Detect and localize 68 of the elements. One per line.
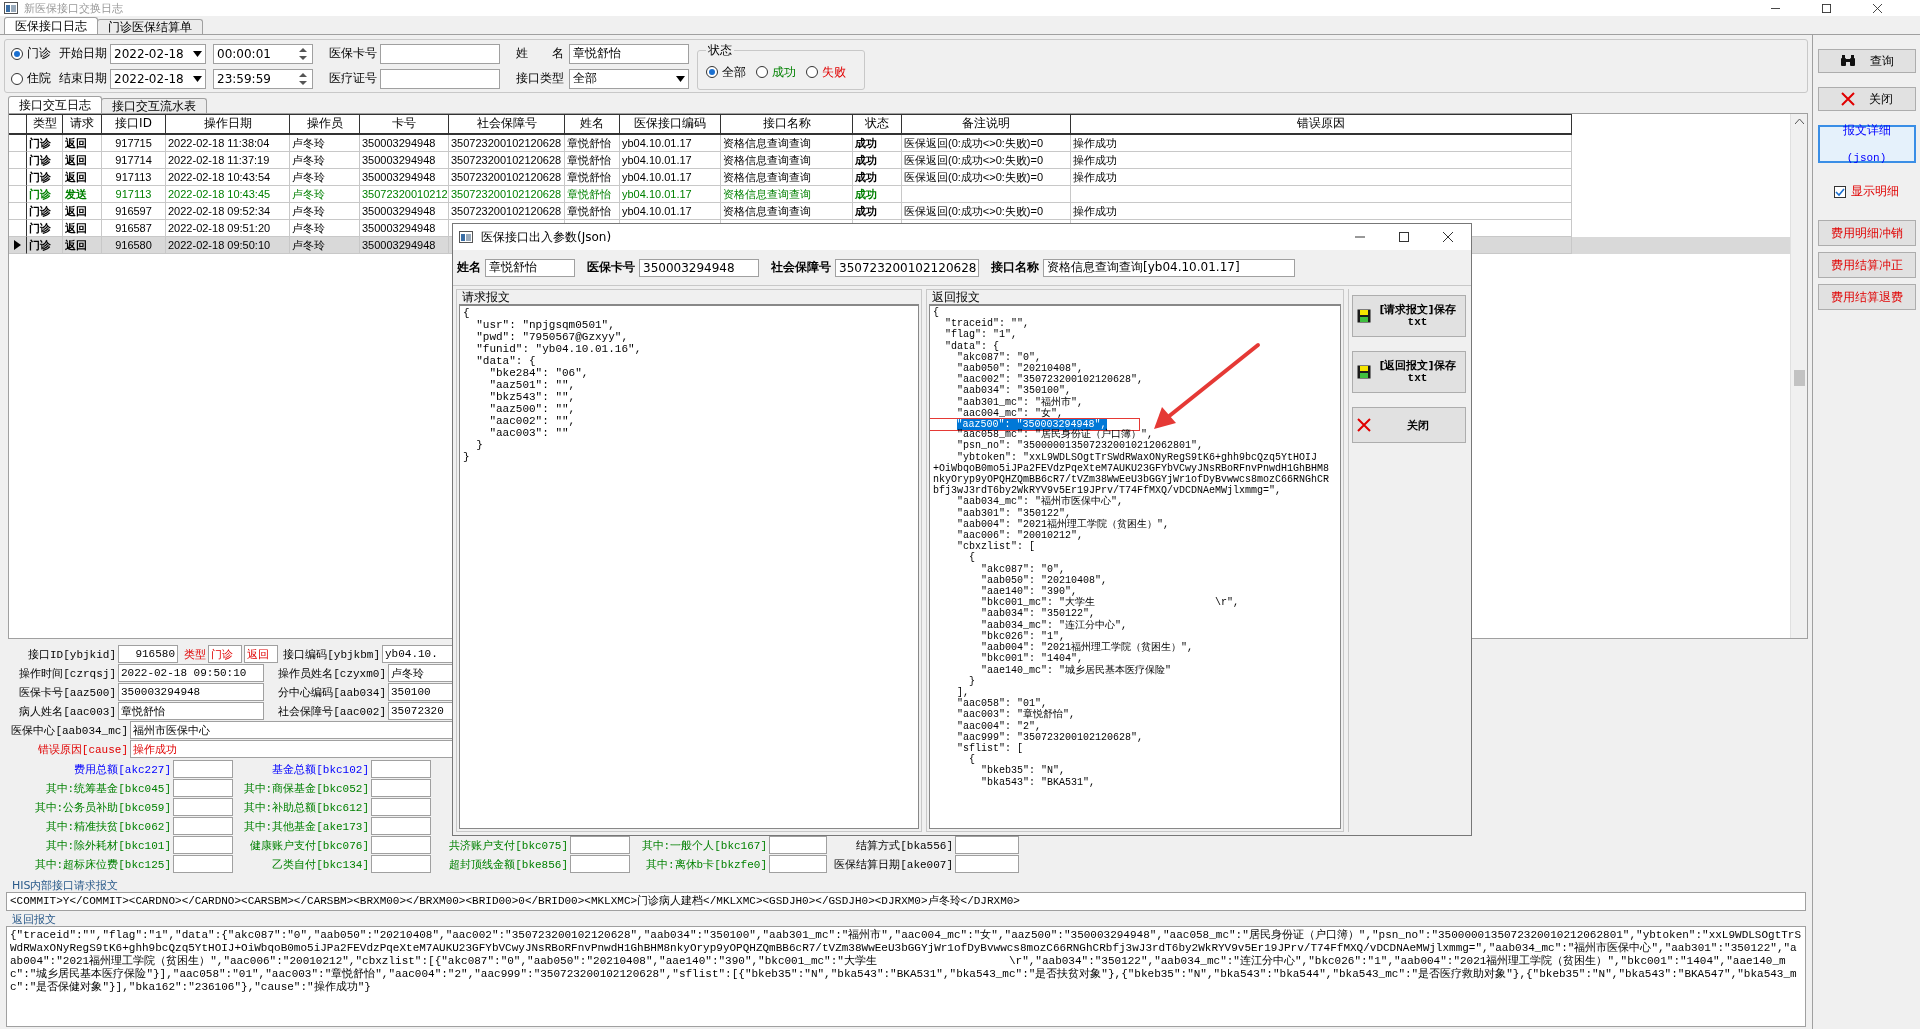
field-label: 接口编码[ybjkbm] — [282, 647, 380, 662]
field-label: 其中:公务员补助[bkc059] — [33, 800, 171, 815]
value-field: 350723200102120628 — [835, 258, 979, 277]
field-label: 其中:一般个人[bkc167] — [640, 838, 767, 853]
field-label: 其中:商保基金[bkc052] — [242, 781, 369, 796]
field-label: 姓名 — [457, 259, 481, 276]
field-label: 其中:超标床位费[bkc125] — [33, 857, 171, 872]
field-label: 开始日期 — [59, 45, 107, 62]
field-label: 医保中心[aab034_mc] — [10, 723, 128, 738]
type-field: 门诊 — [208, 645, 242, 663]
field-label: 医保结算日期[ake007] — [833, 857, 953, 872]
field-label: 接口名称 — [991, 259, 1039, 276]
field-label: 费用总额[akc227] — [73, 762, 171, 777]
value-field: 350003294948 — [639, 258, 759, 277]
value-field: 章悦舒怡 — [118, 702, 264, 720]
field-label: 医保卡号 — [329, 45, 377, 62]
table-cell: 2022-02-18 09:50:10 — [166, 237, 290, 254]
response-text: {"traceid":"","flag":"1","data":{"akc087":"0","aab050":"20210408","aac002":"350723200102120628","aab034":"350100","aab301_mc":"福州市","aac004_mc":"女","aaz500":"350003294948","aac058_mc":"居民身份证（户口簿）","psn_no":"3500000135072320010212062801","ybtoken":"xxL9WDLSOgtTrSWdRWaxONyRegS9tK6+ghh9bcQzq5YtHOIJ+OiWbqoB0mo5iJPa2FEVdzPqeXteM7AUKU23GFYbVCwyJNsRBoRFnvPnwdH1GhBHM8nkyOryp9yOPQHZQmBB6cR7/tVZm38WwEeU3bGGYjWr1ofDyBvwwcs8mozC66RNGhCRbfj3wJ3rdT6by2WkRYV9v5Er19JPrv/T74FfMXQ/vDCDNAeMWjlxmmg=","aab034_mc":"福州市医保中心","aab301":"350122","aab004":"2021福州理工学院（贫困生）","aac006":"20010212","cbxzlist":[{"akc087":"0","aab050":"20210408","aae140":"390","bkc001_mc":"大学生 \r","aab034":"350122","aab034_mc":"连江分中心","bkc026":"1","aab004":"2021福州理工学院（贫困生）","bkc001":"1404","aae140_mc":"城乡居民基本医疗保险"}],"aac058":"01","aac003":"章悦舒怡","aac004":"2","aac999":"350723200102120628","sflist":[{"bkeb35":"N","bka543":"BKA531","bka543_mc":"是否扶贫对象"},{"bkeb35":"N","bka543":"bka544","bka543_mc":"是否医疗救助对象"},{"bkeb35":"N","bka543":"BKA547","bka543_mc":"是否保健对象"}],"bka162":"236106"},"cause":"操作成功"} — [6, 926, 1806, 1027]
field-label: 其中:精准扶贫[bkc062] — [44, 819, 171, 834]
field-label: 病人姓名[aac003] — [18, 704, 116, 719]
value-field: 资格信息查询查询[yb04.10.01.17] — [1043, 258, 1295, 277]
group-title: 返回报文 — [11, 913, 56, 926]
field-label: 其中:补助总额[bkc612] — [242, 800, 369, 815]
field-label: 健康账户支付[bkc076] — [249, 838, 369, 853]
field-label: 其中:离休b卡[bkzfe0] — [645, 857, 767, 872]
field-label: 社会保障号[aac002] — [277, 704, 386, 719]
field-label: 姓 名 — [516, 45, 565, 62]
group-title: 返回报文 — [931, 290, 980, 304]
value-field: 350003294948 — [118, 683, 264, 701]
field-label: 结算方式[bka556] — [855, 838, 953, 853]
value-field: 2022-02-18 09:50:10 — [118, 664, 264, 682]
group-title: HIS内部接口请求报文 — [11, 879, 119, 892]
table-cell: 916580 — [102, 237, 166, 254]
table-cell: 返回 — [63, 237, 102, 254]
field-label: 其中:统筹基金[bkc045] — [44, 781, 171, 796]
value-field: 章悦舒怡 — [485, 258, 575, 277]
field-label: 分中心编码[aab034] — [277, 685, 386, 700]
response-text: "aac058_mc": "居民身份证（户口簿）", "psn_no": "3500000135072320010212062801", "ybtoken": "xxL9WDLSOgtTrSWdRWaxONyRegS9tK6+ghh9bcQzq5YtHOIJ +OiWbqoB0mo5iJPa2FEVdzPqeXteM7AUKU23GFYbVCwyJNsRBoRFnvPnwdH1GhBHM8 nkyOryp9yOPQHZQmBB6cR7/tVZm38WwEeU3bGGYjWr1ofDyBvwwcs8mozC66RNGhCR bfj3wJ3rdT6by2WkRYV9v5Er19JPrv/T74FfMXQ/vDCDNAeMWjlxmmg=", "aab034_mc": "福州市医保中心", "aab301": "350122", "aab004": "2021福州理工学院（贫困生）", "aac006": "20010212", "cbxzlist": [ { "akc087": "0", "aab050": "20210408", "aae140": "390", "bkc001_mc": "大学生 \r", "aab034": "350122", "aab034_mc": "连江分中心", "bkc026": "1", "aab004": "2021福州理工学院（贫困生）", "bkc001": "1404", "aae140_mc": "城乡居民基本医疗保险" } ], "aac058": "01", "aac003": "章悦舒怡", "aac004": "2", "aac999": "350723200102120628", "sflist": [ { "bkeb35": "N", "bka543": "BKA531", — [933, 429, 1330, 788]
field-label: 结束日期 — [59, 70, 107, 87]
field-label: 类型 — [183, 647, 206, 662]
field-label: 乙类自付[bkc134] — [271, 857, 369, 872]
field-label: 共济账户支付[bkc075] — [448, 838, 568, 853]
field-label: 操作员姓名[czyxm0] — [277, 666, 386, 681]
field-label: 操作时间[czrqsj] — [18, 666, 116, 681]
window-title: 新医保接口交换日志 — [24, 0, 123, 16]
request-text: { "usr": "npjgsqm0501", "pwd": "7950567@Gzxyy", "funid": "yb04.10.01.16", "data": { "bke284": "06", "aaz501": "", "bkz543": "", "aaz500": "", "aac002": "", "aac003": "" } } — [463, 307, 642, 463]
request-text: <COMMIT>Y</COMMIT><CARDNO></CARDNO><CARSBM></CARSBM><BRXM00></BRXM00><BRID00>0</BRID00><MKLXMC>门诊病人建档</MKLXMC><GSDJH0></GSDJH0><DJRXM0>卢冬玲</DJRXM0> — [6, 892, 1806, 911]
selected-text: "aaz500": "350003294948", — [956, 418, 1107, 430]
field-label: 其中:其他基金[ake173] — [242, 819, 369, 834]
id-field: 916580 — [118, 645, 178, 663]
field-label: 医疗证号 — [329, 70, 377, 87]
field-label: 基金总额[bkc102] — [271, 762, 369, 777]
field-label: 接口ID[ybjkid] — [27, 647, 116, 662]
table-cell: 350003294948 — [360, 237, 449, 254]
field-label: 社会保障号 — [771, 259, 831, 276]
table-cell: 门诊 — [27, 237, 63, 254]
field-label: 其中:除外耗材[bkc101] — [44, 838, 171, 853]
group-title: 状态 — [707, 42, 733, 59]
table-cell: 卢冬玲 — [290, 237, 360, 254]
field-label: 医保卡号[aaz500] — [18, 685, 116, 700]
field-label: 错误原因[cause] — [36, 742, 128, 757]
field-label: 医保卡号 — [587, 259, 635, 276]
response-text: { "traceid": "", "flag": "1", "data": { "akc087": "0", "aab050": "20210408", "aac002": "350723200102120628", "aab034": "350100", "aab301_mc": "福州市", "aac004_mc": "女", — [933, 307, 1144, 419]
field-label: 超封顶线金额[bke856] — [448, 857, 568, 872]
dialog-title: 医保接口出入参数(Json) — [481, 228, 612, 246]
field-label: 接口类型 — [516, 70, 565, 87]
group-title: 请求报文 — [461, 290, 510, 304]
type-field: 返回 — [244, 645, 278, 663]
